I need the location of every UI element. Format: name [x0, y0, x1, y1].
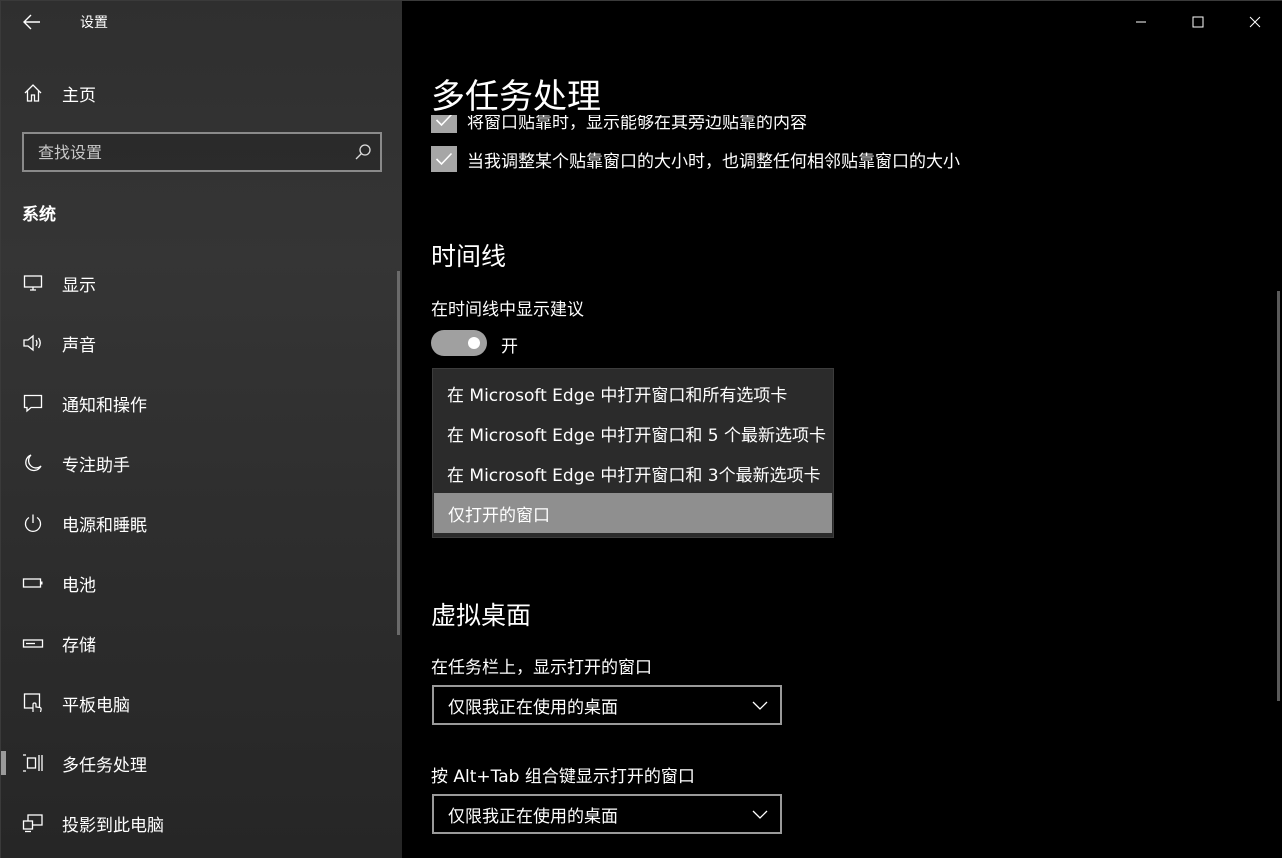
sidebar-item-tablet[interactable]: 平板电脑	[1, 673, 402, 733]
nav-list: 显示 声音 通知和操作 专注助手 电源和睡眠 电池 存储 平板电脑 多任务处理 …	[1, 253, 402, 853]
maximize-button[interactable]	[1169, 1, 1226, 43]
minimize-button[interactable]	[1112, 1, 1169, 43]
taskbar-windows-dropdown[interactable]: 仅限我正在使用的桌面	[432, 685, 782, 725]
main-content: 将窗口贴靠时，显示能够在其旁边贴靠的内容 多任务处理 当我调整某个贴靠窗口的大小…	[402, 1, 1282, 858]
timeline-suggestions-toggle[interactable]	[431, 330, 487, 356]
multitask-icon	[22, 752, 44, 774]
snap-resize-checkbox[interactable]	[431, 146, 457, 172]
search-box[interactable]	[22, 132, 382, 172]
speaker-icon	[22, 332, 44, 354]
dropdown-value: 仅限我正在使用的桌面	[448, 697, 618, 718]
sidebar-item-focus-assist[interactable]: 专注助手	[1, 433, 402, 493]
sidebar-item-label: 平板电脑	[62, 695, 130, 716]
storage-icon	[22, 632, 44, 654]
home-icon	[22, 82, 44, 104]
timeline-suggestions-label: 在时间线中显示建议	[431, 300, 584, 320]
checkbox-label: 当我调整某个贴靠窗口的大小时，也调整任何相邻贴靠窗口的大小	[467, 151, 960, 172]
tablet-icon	[22, 692, 44, 714]
toggle-knob	[468, 337, 480, 349]
section-label-system: 系统	[22, 205, 56, 225]
search-input[interactable]	[24, 134, 344, 170]
settings-window: 设置 主页 系统 显示	[0, 0, 1282, 858]
sidebar-item-power-sleep[interactable]: 电源和睡眠	[1, 493, 402, 553]
close-button[interactable]	[1226, 1, 1282, 43]
sidebar-item-label: 存储	[62, 635, 96, 656]
sidebar-item-storage[interactable]: 存储	[1, 613, 402, 673]
main-scrollbar[interactable]	[1277, 291, 1280, 701]
alttab-windows-dropdown[interactable]: 仅限我正在使用的桌面	[432, 794, 782, 834]
sidebar-item-label: 声音	[62, 335, 96, 356]
timeline-heading: 时间线	[431, 242, 507, 271]
project-icon	[22, 812, 44, 834]
sidebar-item-label: 电池	[62, 575, 96, 596]
timeline-dropdown-list: 在 Microsoft Edge 中打开窗口和所有选项卡 在 Microsoft…	[432, 368, 834, 538]
power-icon	[22, 512, 44, 534]
search-icon[interactable]	[354, 143, 372, 161]
title-bar: 设置	[1, 1, 402, 43]
page-title: 多任务处理	[431, 77, 601, 117]
dropdown-option[interactable]: 在 Microsoft Edge 中打开窗口和 5 个最新选项卡	[433, 413, 833, 453]
virtual-desktops-heading: 虚拟桌面	[431, 601, 532, 630]
sidebar-item-label: 显示	[62, 275, 96, 296]
dropdown-option-selected[interactable]: 仅打开的窗口	[434, 493, 832, 533]
chevron-down-icon	[752, 810, 768, 819]
sidebar-item-home[interactable]: 主页	[1, 73, 402, 113]
taskbar-windows-label: 在任务栏上，显示打开的窗口	[431, 658, 652, 678]
sidebar: 设置 主页 系统 显示	[1, 1, 402, 858]
battery-icon	[22, 572, 44, 594]
sidebar-item-project-to-pc[interactable]: 投影到此电脑	[1, 793, 402, 853]
sidebar-item-label: 电源和睡眠	[62, 515, 147, 536]
sidebar-item-battery[interactable]: 电池	[1, 553, 402, 613]
close-icon	[1249, 16, 1260, 28]
dropdown-option[interactable]: 在 Microsoft Edge 中打开窗口和所有选项卡	[433, 373, 833, 413]
sidebar-item-label: 主页	[62, 85, 96, 106]
sidebar-item-display[interactable]: 显示	[1, 253, 402, 313]
window-controls	[1112, 1, 1282, 43]
monitor-icon	[22, 272, 44, 294]
minimize-icon	[1135, 21, 1146, 23]
sidebar-scrollbar[interactable]	[397, 271, 400, 635]
dropdown-value: 仅限我正在使用的桌面	[448, 806, 618, 827]
snap-resize-row[interactable]: 当我调整某个贴靠窗口的大小时，也调整任何相邻贴靠窗口的大小	[431, 146, 960, 172]
sidebar-item-notifications[interactable]: 通知和操作	[1, 373, 402, 433]
moon-icon	[22, 452, 44, 474]
app-title: 设置	[80, 15, 108, 31]
maximize-icon	[1192, 16, 1203, 28]
sidebar-item-label: 投影到此电脑	[62, 815, 164, 836]
dropdown-option[interactable]: 在 Microsoft Edge 中打开窗口和 3个最新选项卡	[433, 453, 833, 493]
message-icon	[22, 392, 44, 414]
sidebar-item-label: 多任务处理	[62, 755, 147, 776]
back-button[interactable]	[19, 9, 45, 35]
alttab-windows-label: 按 Alt+Tab 组合键显示打开的窗口	[431, 767, 695, 787]
sidebar-item-sound[interactable]: 声音	[1, 313, 402, 373]
sidebar-item-label: 专注助手	[62, 455, 130, 476]
chevron-down-icon	[752, 701, 768, 710]
back-arrow-icon	[23, 14, 40, 30]
active-indicator	[1, 751, 6, 775]
sidebar-item-label: 通知和操作	[62, 395, 147, 416]
sidebar-item-multitasking[interactable]: 多任务处理	[1, 733, 402, 793]
toggle-state-label: 开	[501, 337, 518, 357]
checkmark-icon	[435, 152, 453, 166]
